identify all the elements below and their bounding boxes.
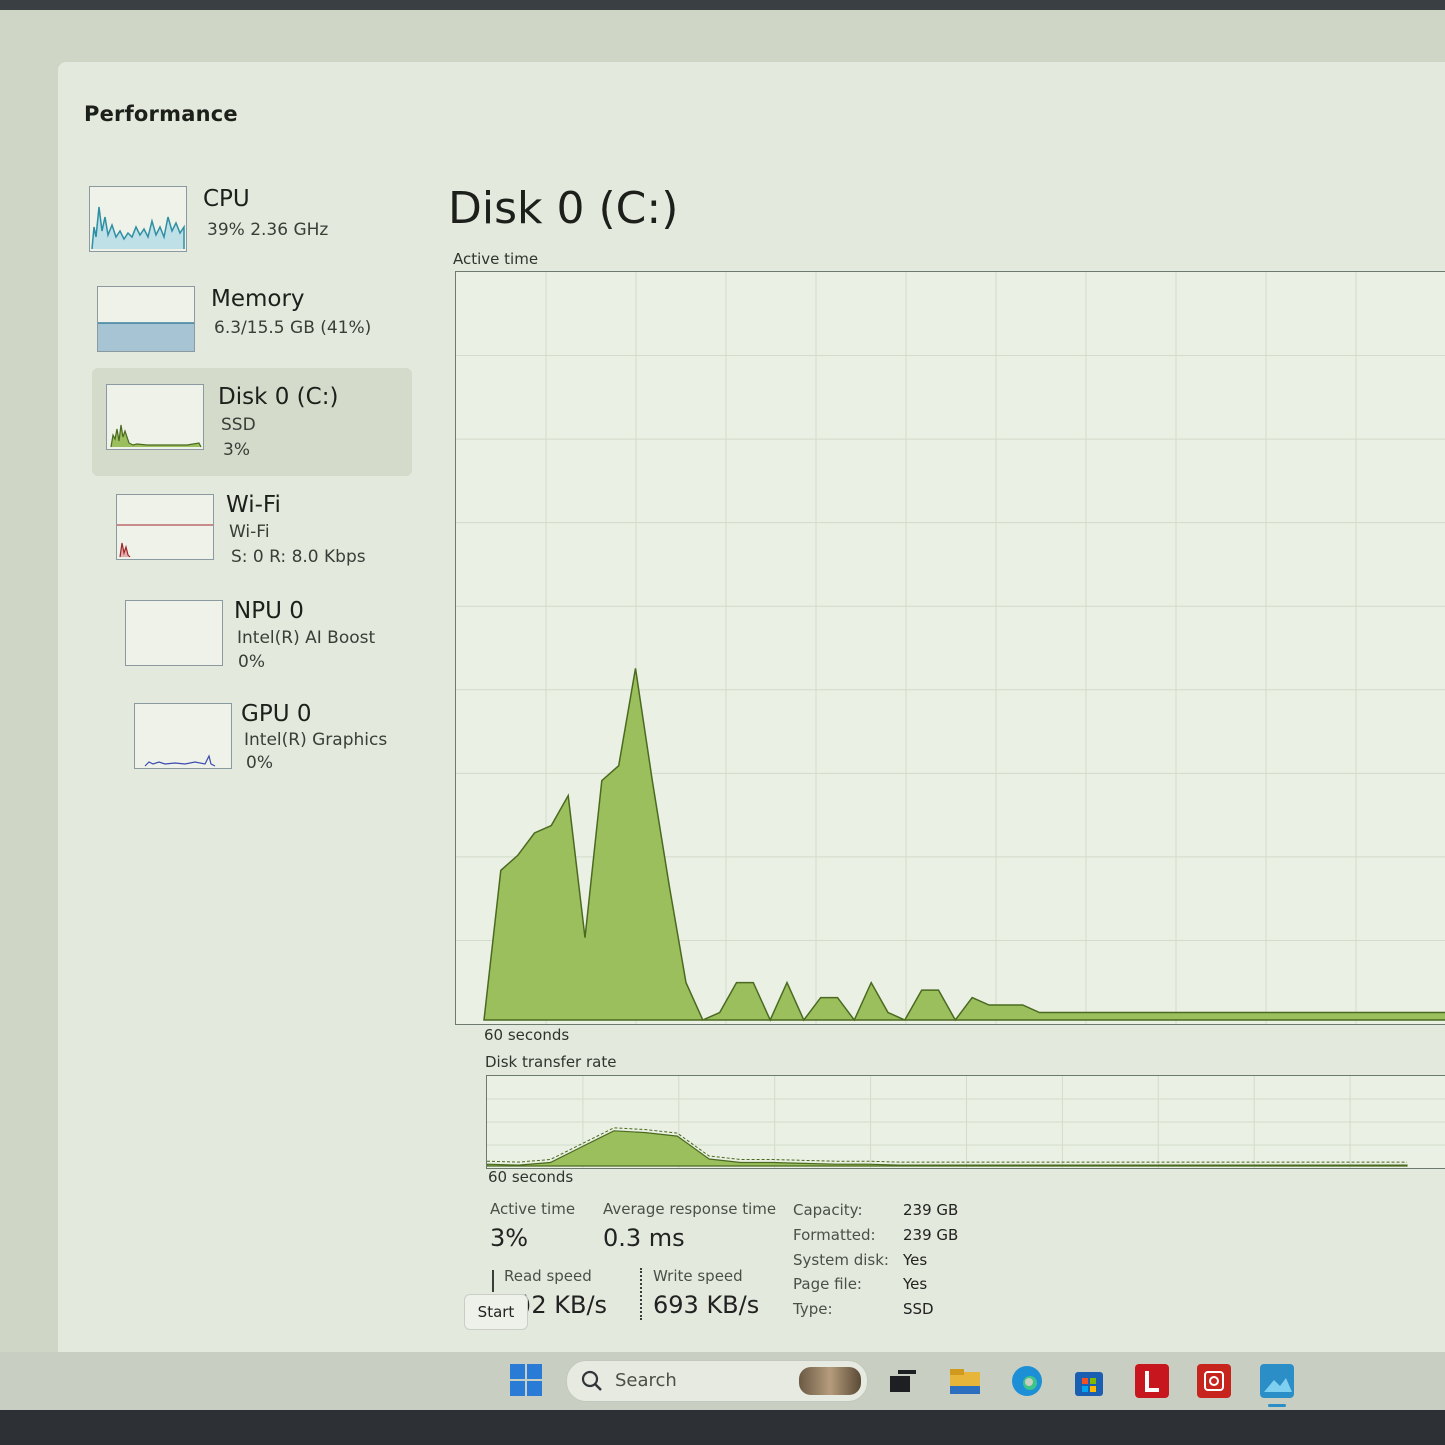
read-speed-marker bbox=[492, 1270, 494, 1292]
system-disk-label: System disk: bbox=[793, 1251, 889, 1269]
capacity-label: Capacity: bbox=[793, 1201, 863, 1219]
type-label: Type: bbox=[793, 1300, 833, 1318]
active-time-chart-svg bbox=[456, 272, 1445, 1024]
disk-thumbnail bbox=[106, 384, 204, 450]
disk-title: Disk 0 (C:) bbox=[448, 183, 679, 234]
sidebar-item-usage: 3% bbox=[223, 440, 250, 460]
gpu-thumbnail bbox=[134, 703, 232, 769]
photos-icon[interactable] bbox=[1260, 1364, 1294, 1398]
sidebar-item-label: CPU bbox=[203, 186, 250, 212]
sidebar-item-detail: 39% 2.36 GHz bbox=[207, 220, 329, 240]
active-time-label: Active time bbox=[490, 1200, 576, 1218]
search-placeholder: Search bbox=[615, 1370, 677, 1391]
sidebar-item-label: NPU 0 bbox=[234, 598, 304, 624]
search-icon bbox=[581, 1370, 602, 1391]
transfer-rate-area bbox=[487, 1130, 1408, 1167]
taskbar: Search bbox=[0, 1352, 1445, 1410]
page-title: Performance bbox=[84, 102, 238, 126]
read-speed-value: )2 KB/s bbox=[522, 1291, 608, 1319]
sidebar-item-npu[interactable]: NPU 0 Intel(R) AI Boost 0% bbox=[121, 594, 451, 694]
red-app-icon[interactable] bbox=[1197, 1364, 1231, 1398]
sidebar-item-detail: Intel(R) AI Boost bbox=[237, 628, 376, 648]
sidebar-item-wifi[interactable]: Wi-Fi Wi-Fi S: 0 R: 8.0 Kbps bbox=[112, 488, 442, 588]
memory-thumbnail bbox=[97, 286, 195, 352]
sidebar-item-throughput: S: 0 R: 8.0 Kbps bbox=[231, 547, 366, 567]
active-app-indicator bbox=[1268, 1404, 1286, 1407]
lenovo-icon[interactable] bbox=[1135, 1364, 1169, 1398]
task-view-icon[interactable] bbox=[886, 1364, 920, 1398]
transfer-rate-chart bbox=[486, 1075, 1445, 1169]
write-speed-value: 693 KB/s bbox=[653, 1291, 760, 1319]
page-file-label: Page file: bbox=[793, 1275, 862, 1293]
file-explorer-icon[interactable] bbox=[948, 1364, 982, 1398]
active-time-x-label: 60 seconds bbox=[484, 1026, 570, 1044]
formatted-value: 239 GB bbox=[903, 1226, 959, 1244]
sidebar-item-label: Disk 0 (C:) bbox=[218, 384, 339, 410]
start-tooltip: Start bbox=[464, 1294, 528, 1330]
screen-bottom-bezel bbox=[0, 1410, 1445, 1445]
avg-response-value: 0.3 ms bbox=[603, 1224, 685, 1252]
type-value: SSD bbox=[903, 1300, 934, 1318]
active-time-chart-label: Active time bbox=[453, 250, 539, 268]
avg-response-label: Average response time bbox=[603, 1200, 777, 1218]
transfer-rate-chart-svg bbox=[487, 1076, 1445, 1168]
write-speed-marker bbox=[640, 1268, 642, 1320]
read-speed-label: Read speed bbox=[504, 1267, 592, 1285]
page-file-value: Yes bbox=[903, 1275, 928, 1293]
active-time-area bbox=[483, 668, 1445, 1022]
transfer-rate-x-label: 60 seconds bbox=[488, 1168, 574, 1186]
sidebar-item-label: Memory bbox=[211, 286, 305, 312]
search-highlight-image bbox=[799, 1367, 861, 1395]
sidebar-item-detail: 6.3/15.5 GB (41%) bbox=[214, 318, 372, 338]
sidebar-item-detail: Intel(R) Graphics bbox=[244, 730, 388, 750]
sidebar-item-label: GPU 0 bbox=[241, 701, 312, 727]
write-speed-label: Write speed bbox=[653, 1267, 743, 1285]
active-time-value: 3% bbox=[490, 1224, 529, 1252]
transfer-rate-chart-label: Disk transfer rate bbox=[485, 1053, 617, 1071]
sidebar-item-usage: 0% bbox=[246, 753, 273, 773]
sidebar-item-disk-0[interactable]: Disk 0 (C:) SSD 3% bbox=[92, 368, 412, 476]
sidebar-item-gpu[interactable]: GPU 0 Intel(R) Graphics 0% bbox=[130, 697, 460, 797]
capacity-value: 239 GB bbox=[903, 1201, 959, 1219]
sidebar-item-label: Wi-Fi bbox=[226, 492, 281, 518]
search-box[interactable]: Search bbox=[566, 1360, 868, 1402]
npu-thumbnail bbox=[125, 600, 223, 666]
sidebar-item-usage: 0% bbox=[238, 652, 265, 672]
wifi-thumbnail bbox=[116, 494, 214, 560]
sidebar-item-memory[interactable]: Memory 6.3/15.5 GB (41%) bbox=[93, 280, 423, 380]
sidebar-item-detail: Wi-Fi bbox=[229, 522, 270, 542]
system-disk-value: Yes bbox=[903, 1251, 928, 1269]
sidebar-item-cpu[interactable]: CPU 39% 2.36 GHz bbox=[85, 178, 415, 278]
cpu-thumbnail bbox=[89, 186, 187, 252]
screen-top-bezel bbox=[0, 0, 1445, 10]
edge-icon[interactable] bbox=[1010, 1364, 1044, 1398]
sidebar-item-detail: SSD bbox=[221, 415, 256, 435]
store-icon[interactable] bbox=[1072, 1364, 1106, 1398]
active-time-chart bbox=[455, 271, 1445, 1025]
windows-start-icon[interactable] bbox=[508, 1362, 542, 1396]
formatted-label: Formatted: bbox=[793, 1226, 876, 1244]
